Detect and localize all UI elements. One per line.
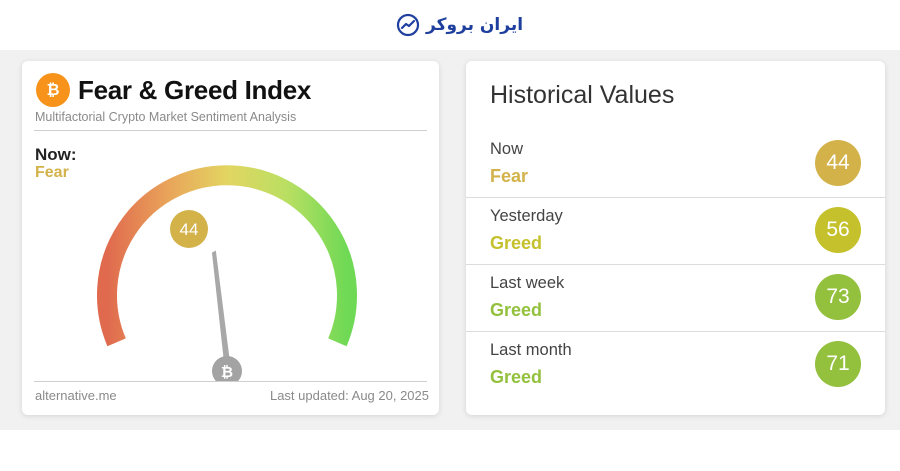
gauge-arc xyxy=(97,165,357,347)
bottom-band xyxy=(0,430,900,471)
fear-greed-header: ₿ Fear & Greed Index xyxy=(36,73,311,107)
history-label: Last month xyxy=(490,341,572,359)
history-label: Last week xyxy=(490,274,565,292)
brand-logo[interactable]: ایران بروکر xyxy=(396,12,523,38)
history-label: Now xyxy=(490,140,524,158)
gauge-value-text: 44 xyxy=(180,220,199,239)
fear-greed-subtitle: Multifactorial Crypto Market Sentiment A… xyxy=(35,110,297,124)
history-classification: Fear xyxy=(490,166,529,186)
history-row-last-week: Last week Greed 73 xyxy=(466,264,885,331)
historical-values-card: Historical Values Now Fear 44 Yesterday … xyxy=(466,61,885,415)
history-row-yesterday: Yesterday Greed 56 xyxy=(466,197,885,264)
historical-values-title: Historical Values xyxy=(490,81,675,109)
top-bar: ایران بروکر xyxy=(0,0,900,50)
history-value-badge: 73 xyxy=(815,274,861,320)
history-value-badge: 56 xyxy=(815,207,861,253)
source-link[interactable]: alternative.me xyxy=(35,388,117,403)
history-row-last-month: Last month Greed 71 xyxy=(466,331,885,398)
gauge-needle xyxy=(211,250,231,373)
history-classification: Greed xyxy=(490,367,543,387)
fear-greed-card: ₿ Fear & Greed Index Multifactorial Cryp… xyxy=(22,61,439,415)
divider xyxy=(34,130,427,131)
bitcoin-icon: ₿ xyxy=(36,73,70,107)
history-classification: Greed xyxy=(490,233,543,253)
trend-chart-icon xyxy=(396,13,420,37)
history-classification: Greed xyxy=(490,300,543,320)
fear-greed-title: Fear & Greed Index xyxy=(78,74,312,105)
history-label: Yesterday xyxy=(490,207,563,225)
brand-name: ایران بروکر xyxy=(426,15,524,35)
gauge-hub-bitcoin-icon: ₿ xyxy=(221,363,233,381)
history-value-badge: 71 xyxy=(815,341,861,387)
history-row-now: Now Fear 44 xyxy=(466,131,885,197)
sentiment-gauge: ₿ 44 xyxy=(97,165,357,381)
divider xyxy=(34,381,427,382)
history-value-badge: 44 xyxy=(815,140,861,186)
last-updated: Last updated: Aug 20, 2025 xyxy=(269,388,429,403)
historical-values-list: Now Fear 44 Yesterday Greed 56 Last week… xyxy=(466,131,885,398)
svg-text:₿: ₿ xyxy=(46,80,59,99)
